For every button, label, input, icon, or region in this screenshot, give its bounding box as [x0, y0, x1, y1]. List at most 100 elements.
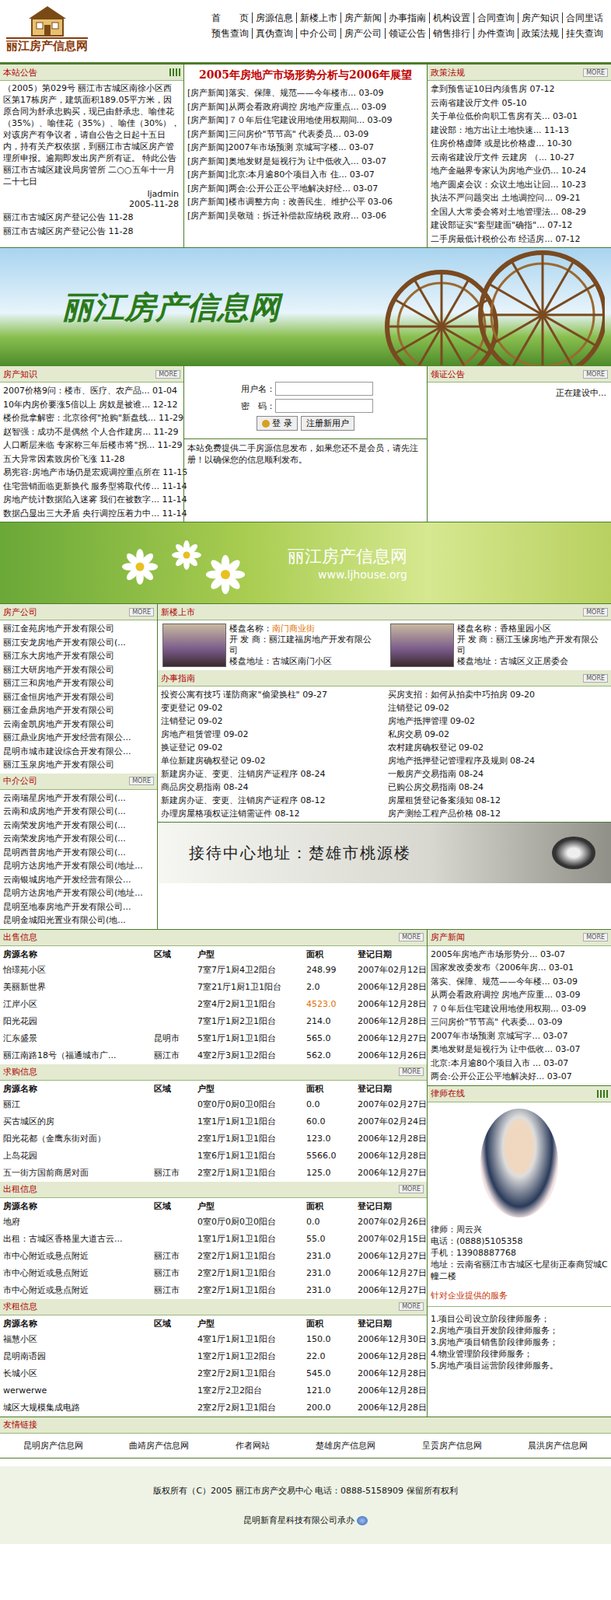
listing-row[interactable]: 怡璟苑小区7室7厅1厨4卫2阳台248.992007年02月12日: [0, 961, 427, 979]
list-item[interactable]: 变更登记 09-02: [160, 701, 382, 715]
list-item[interactable]: 新建房办证、变更、注销房产证程序 08-12: [160, 793, 382, 807]
list-item[interactable]: 注销登记 09-02: [387, 701, 609, 715]
nav-link[interactable]: 机构设置: [429, 12, 474, 24]
more-button[interactable]: MORE: [155, 370, 181, 379]
list-item[interactable]: 农村建房确权登记 09-02: [387, 740, 609, 755]
listing-row[interactable]: 阳光花都（金鹰东街对面）2室1厅1厨1卫1阳台123.02006年12月28日: [0, 1130, 427, 1148]
banner-url[interactable]: www.ljhouse.org: [317, 568, 408, 581]
list-item[interactable]: 三问房价"节节高" 代表委... 03-09: [430, 1015, 608, 1030]
more-button[interactable]: MORE: [398, 1302, 424, 1311]
listing-row[interactable]: 市中心附近或悬点附近丽江市2室2厅1厨1卫1阳台231.02006年12月27日: [0, 1247, 427, 1265]
nav-link[interactable]: 合同里话: [562, 12, 607, 24]
listing-row[interactable]: 丽江南路18号（福通城市广...丽江市4室2厅3厨1卫2阳台562.02006年…: [0, 1047, 427, 1065]
maker[interactable]: 昆明新育星科技有限公司承办: [0, 1514, 611, 1527]
list-item[interactable]: 全国人大常委会将对土地管理法... 08-29: [430, 205, 608, 220]
list-item[interactable]: 关于单位低价向职工售房有关... 03-01: [430, 109, 608, 124]
more-button[interactable]: MORE: [583, 68, 608, 77]
more-button[interactable]: MORE: [583, 673, 608, 683]
listing-row[interactable]: 上岛花园1室6厅1厨1卫1阳台5566.02006年12月28日: [0, 1147, 427, 1165]
headline-item[interactable]: [房产新闻]落实、保障、规范——今年楼市... 03-09: [187, 86, 424, 101]
friend-link[interactable]: 昆明房产信息网: [23, 1439, 84, 1452]
list-item[interactable]: 2007价格9问：楼市、医疗、农产品... 01-04: [3, 384, 181, 399]
friend-link[interactable]: 曲靖房产信息网: [129, 1439, 189, 1452]
list-item[interactable]: 办理房屋格项权证注销需证件 08-12: [160, 806, 382, 821]
listing-row[interactable]: 汇东盛景昆明市5室1厅1厨1卫1阳台565.02006年12月27日: [0, 1029, 427, 1048]
list-item[interactable]: 2007年市场预测 京城写字... 03-07: [430, 1029, 608, 1044]
list-item[interactable]: 新建房办证、变更、注销房产证程序 08-24: [160, 767, 382, 781]
listing-row[interactable]: 美丽新世界7室21厅1厨1卫1阳台2.02006年12月28日: [0, 978, 427, 996]
list-item[interactable]: 商品房交易指南 08-24: [160, 780, 382, 794]
company-item[interactable]: 丽江大研房地产开发有限公司: [3, 663, 154, 678]
nav-link[interactable]: 办件查询: [473, 27, 518, 39]
register-button[interactable]: 注册新用户: [300, 415, 355, 431]
listing-row[interactable]: 市中心附近或悬点附近丽江市2室2厅1厨1卫1阳台231.02006年12月27日: [0, 1264, 427, 1282]
listing-row[interactable]: 长城小区2室2厅2厨1卫1阳台545.02006年12月28日: [0, 1365, 427, 1383]
building-card[interactable]: 楼盘名称：香格里园小区 开 发 商：丽江玉缘房地产开发有限公司 楼盘地址：古城区…: [390, 623, 608, 667]
listing-row[interactable]: 五一街方国前商居对面丽江市2室2厅1厨1卫1阳台125.02006年12月27日: [0, 1164, 427, 1182]
company-item[interactable]: 丽江金鼎房地产开发有限公司: [3, 703, 154, 718]
list-item[interactable]: 五大异常因素致房价飞涨 11-28: [3, 452, 181, 467]
more-button[interactable]: MORE: [583, 932, 608, 942]
list-item[interactable]: 易宪容:房地产市场仍是宏观调控重点所在 11-15: [3, 465, 181, 480]
nav-link[interactable]: 房产知识: [517, 12, 563, 24]
building-card[interactable]: 楼盘名称：南门商业街 开 发 商：丽江建福房地产开发有限公司 楼盘地址：古城区南…: [162, 623, 380, 667]
agency-item[interactable]: 昆明西普房地产开发有限公司(...: [3, 845, 154, 860]
more-button[interactable]: MORE: [398, 932, 424, 942]
list-item[interactable]: 房产测绘工程产品价格 08-12: [387, 806, 609, 821]
nav-link[interactable]: 真伪查询: [251, 27, 297, 39]
list-item[interactable]: 赵智强：成功不是偶然 个人合作建房... 11-29: [3, 425, 181, 440]
list-item[interactable]: 住宅营销面临更新换代 服务型将取代传... 11-14: [3, 479, 181, 494]
building-name[interactable]: 南门商业街: [272, 623, 315, 634]
list-item[interactable]: 地产金融界专家认为房地产业仍... 10-24: [430, 164, 608, 179]
more-button[interactable]: MORE: [129, 607, 154, 617]
headline-item[interactable]: [房产新闻]７０年后住宅建设用地使用权期间... 03-09: [187, 113, 424, 128]
headline-item[interactable]: [房产新闻]奥地发财是短视行为 让中低收入... 03-07: [187, 154, 424, 169]
password-input[interactable]: [275, 398, 374, 413]
list-item[interactable]: 已购公房交易指南 08-24: [387, 780, 609, 794]
company-item[interactable]: 丽江金苑房地产开发有限公司: [3, 621, 154, 636]
list-item[interactable]: 落实、保障、规范——今年楼... 03-09: [430, 974, 608, 989]
listing-row[interactable]: 昆明南语园1室2厅1厨1卫2阳台22.02006年12月28日: [0, 1347, 427, 1366]
listing-row[interactable]: werwerwe1室2厅2卫2阳台121.02006年12月28日: [0, 1382, 427, 1400]
username-input[interactable]: [275, 381, 374, 396]
list-item[interactable]: 丽江市古城区房产登记公告 11-28: [3, 210, 181, 225]
list-item[interactable]: 执法不严问题突出 土地调控问... 09-21: [430, 191, 608, 206]
nav-link[interactable]: 政策法规: [517, 27, 563, 39]
listing-row[interactable]: 丽江0室0厅0厨0卫0阳台0.02007年02月27日: [0, 1096, 427, 1114]
agency-item[interactable]: 昆明至地泰房地产开发有限公司...: [3, 900, 154, 915]
list-item[interactable]: 地产圆桌会议：众议土地出让回... 10-23: [430, 178, 608, 193]
friend-link[interactable]: 晨洪房产信息网: [527, 1439, 588, 1452]
friend-link[interactable]: 呈贡房产信息网: [422, 1439, 482, 1452]
company-item[interactable]: 云南金凯房地产开发有限公司: [3, 717, 154, 732]
nav-link[interactable]: 中介公司: [296, 27, 341, 39]
more-button[interactable]: MORE: [129, 776, 154, 786]
more-button[interactable]: MORE: [583, 607, 608, 617]
listing-row[interactable]: 城区大规模集成电路2室2厅2厨1卫1阳台200.02006年12月28日: [0, 1399, 427, 1417]
list-item[interactable]: 私房交易 09-02: [387, 727, 609, 741]
headline-title[interactable]: 2005年房地产市场形势分析与2006年展望: [188, 67, 423, 82]
list-item[interactable]: 房地产抵押登记管理程序及规则 08-24: [387, 754, 609, 768]
listing-row[interactable]: 出租：古城区香格里大道古云...1室1厅1厨1卫1阳台55.02007年02月1…: [0, 1230, 427, 1248]
company-item[interactable]: 丽江玉泉房地产开发有限公司: [3, 757, 154, 772]
agency-item[interactable]: 云南银城房地产开发经营有限公...: [3, 872, 154, 887]
list-item[interactable]: 国家发改委发布《2006年房... 03-01: [430, 960, 608, 975]
nav-link[interactable]: 挂失查询: [562, 27, 607, 39]
list-item[interactable]: 从两会看政府调控 房地产应重... 03-09: [430, 988, 608, 1003]
headline-item[interactable]: [房产新闻]吴敬琏：拆迁补偿款应纳税 政府... 03-06: [187, 209, 424, 224]
list-item[interactable]: 换证登记 09-02: [160, 740, 382, 755]
list-item[interactable]: 云南省建设厅文件 05-10: [430, 96, 608, 111]
headline-item[interactable]: [房产新闻]2007年市场预测 京城写字楼... 03-07: [187, 140, 424, 155]
agency-item[interactable]: 云南瑞星房地产开发有限公司(...: [3, 791, 154, 806]
nav-link[interactable]: 销售排行: [429, 27, 474, 39]
company-item[interactable]: 丽江鼎业房地产开发经营有限公...: [3, 730, 154, 745]
list-item[interactable]: 投资公寓有技巧 谨防商家"偷梁换柱" 09-27: [160, 687, 382, 702]
agency-item[interactable]: 昆明金城阳光置业有限公司(地...: [3, 913, 154, 928]
headline-item[interactable]: [房产新闻]北京:本月逾80个项目入市 住... 03-07: [187, 167, 424, 182]
nav-link[interactable]: 房源信息: [251, 12, 297, 24]
listing-row[interactable]: 阳光花园7室1厅1厨2卫1阳台214.02006年12月28日: [0, 1012, 427, 1030]
more-button[interactable]: MORE: [398, 1184, 424, 1194]
list-item[interactable]: 10年内房价要涨5倍以上 房奴是被谁... 12-12: [3, 398, 181, 412]
nav-link[interactable]: 房产公司: [340, 27, 385, 39]
nav-link[interactable]: 房产新闻: [340, 12, 385, 24]
list-item[interactable]: 买房支招：如何从拍卖中巧拍房 09-20: [387, 687, 609, 702]
